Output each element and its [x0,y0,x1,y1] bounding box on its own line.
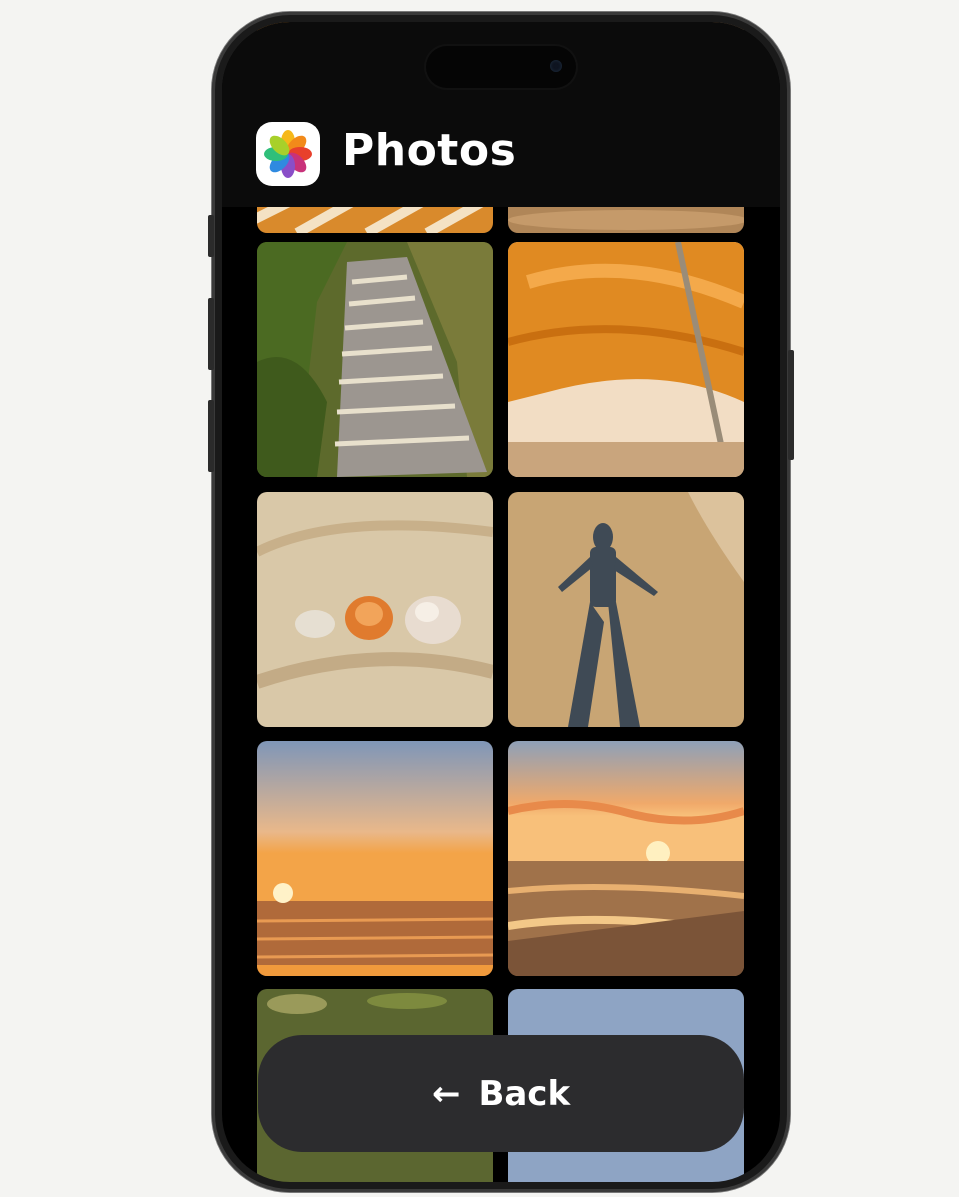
back-button[interactable]: ← Back [258,1035,744,1152]
phone-screen: Photos ← Back [222,22,780,1182]
dynamic-island [426,46,576,88]
photo-sunset-over-sea[interactable] [257,741,493,976]
photo-seashells-in-sand[interactable] [257,492,493,727]
photo-orange-beach-umbrella[interactable] [508,242,744,477]
photo-stone-stairs-path[interactable] [257,242,493,477]
back-button-label: Back [478,1073,571,1114]
back-arrow-icon: ← [431,1073,461,1114]
photos-app-icon [256,122,320,186]
volume-down-button [208,400,214,472]
photo-sunset-beach-waves[interactable] [508,741,744,976]
page-title: Photos [342,125,517,176]
photo-shadow-on-sand[interactable] [508,492,744,727]
app-header: Photos [222,22,780,207]
action-button [208,215,214,257]
volume-up-button [208,298,214,370]
camera-icon [550,60,562,72]
power-button [788,350,794,460]
